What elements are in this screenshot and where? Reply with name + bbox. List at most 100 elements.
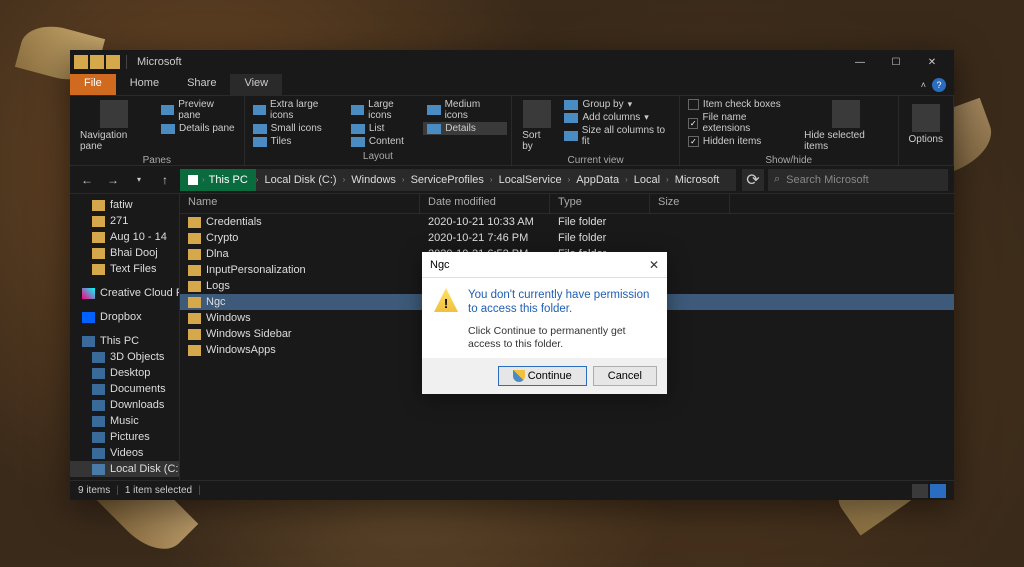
- file-row[interactable]: Crypto2020-10-21 7:46 PMFile folder: [180, 230, 954, 246]
- ribbon: Navigation pane Preview pane Details pan…: [70, 96, 954, 166]
- size-columns-button[interactable]: Size all columns to fit: [560, 124, 674, 148]
- status-selected-count: 1 item selected: [125, 485, 192, 496]
- warning-icon: !: [434, 288, 458, 312]
- dialog-titlebar[interactable]: Ngc ✕: [422, 252, 667, 278]
- minimize-ribbon-icon[interactable]: ˄: [921, 80, 926, 90]
- back-button[interactable]: ←: [76, 169, 98, 191]
- cancel-button[interactable]: Cancel: [593, 366, 657, 386]
- layout-xl-icons[interactable]: Extra large icons: [249, 98, 345, 122]
- sidebar-item[interactable]: Videos: [70, 445, 179, 461]
- forward-button[interactable]: →: [102, 169, 124, 191]
- navigation-sidebar: fatiw 271 Aug 10 - 14 Bhai Dooj Text Fil…: [70, 194, 180, 480]
- sidebar-creative-cloud[interactable]: Creative Cloud Fil: [70, 285, 179, 301]
- hidden-items-toggle[interactable]: Hidden items: [684, 135, 796, 148]
- search-input[interactable]: ⌕ Search Microsoft: [768, 169, 948, 191]
- maximize-button[interactable]: ☐: [878, 50, 914, 74]
- options-button[interactable]: Options: [903, 98, 949, 150]
- qat-icon[interactable]: [106, 55, 120, 69]
- column-header-name[interactable]: Name: [180, 194, 420, 213]
- hide-selected-button[interactable]: Hide selected items: [798, 98, 893, 154]
- folder-icon: [188, 249, 201, 260]
- layout-lg-icons[interactable]: Large icons: [347, 98, 421, 122]
- column-header-size[interactable]: Size: [650, 194, 730, 213]
- item-checkboxes-toggle[interactable]: Item check boxes: [684, 98, 796, 111]
- sidebar-item[interactable]: Bhai Dooj: [70, 245, 179, 261]
- status-bar: 9 items | 1 item selected |: [70, 480, 954, 500]
- tab-view[interactable]: View: [230, 74, 282, 95]
- folder-icon: [74, 55, 88, 69]
- details-pane-button[interactable]: Details pane: [157, 122, 240, 135]
- layout-tiles[interactable]: Tiles: [249, 135, 345, 148]
- folder-icon: [188, 313, 201, 324]
- navigation-pane-button[interactable]: Navigation pane: [74, 98, 155, 154]
- folder-icon: [188, 265, 201, 276]
- folder-icon: [188, 345, 201, 356]
- layout-md-icons[interactable]: Medium icons: [423, 98, 507, 122]
- sidebar-item-local-disk[interactable]: Local Disk (C:): [70, 461, 179, 477]
- sort-by-button[interactable]: Sort by: [516, 98, 558, 154]
- layout-content[interactable]: Content: [347, 135, 421, 148]
- view-mode-thumbs-icon[interactable]: [930, 484, 946, 498]
- breadcrumb-item[interactable]: LocalService: [493, 174, 568, 186]
- sort-icon: [523, 100, 551, 128]
- breadcrumb-item[interactable]: AppData: [570, 174, 625, 186]
- column-header-date[interactable]: Date modified: [420, 194, 550, 213]
- continue-button[interactable]: Continue: [498, 366, 587, 386]
- sidebar-item[interactable]: Pictures: [70, 429, 179, 445]
- sidebar-item[interactable]: Downloads: [70, 397, 179, 413]
- file-extensions-toggle[interactable]: File name extensions: [684, 111, 796, 135]
- sidebar-item[interactable]: Text Files: [70, 261, 179, 277]
- qat-icon[interactable]: [90, 55, 104, 69]
- ribbon-tabs: File Home Share View ˄ ?: [70, 74, 954, 96]
- breadcrumb-item[interactable]: Windows: [345, 174, 402, 186]
- titlebar[interactable]: Microsoft — ☐ ✕: [70, 50, 954, 74]
- preview-pane-button[interactable]: Preview pane: [157, 98, 240, 122]
- navigation-pane-icon: [100, 100, 128, 128]
- view-mode-details-icon[interactable]: [912, 484, 928, 498]
- folder-icon: [188, 217, 201, 228]
- hide-icon: [832, 100, 860, 128]
- sidebar-item[interactable]: 3D Objects: [70, 349, 179, 365]
- folder-icon: [188, 281, 201, 292]
- options-icon: [912, 104, 940, 132]
- tab-file[interactable]: File: [70, 74, 116, 95]
- tab-home[interactable]: Home: [116, 74, 173, 95]
- dialog-close-button[interactable]: ✕: [649, 258, 659, 272]
- minimize-button[interactable]: —: [842, 50, 878, 74]
- search-icon: ⌕: [774, 173, 780, 186]
- help-icon[interactable]: ?: [932, 78, 946, 92]
- up-button[interactable]: ↑: [154, 169, 176, 191]
- sidebar-item[interactable]: 271: [70, 213, 179, 229]
- folder-icon: [188, 233, 201, 244]
- sidebar-item[interactable]: Desktop: [70, 365, 179, 381]
- breadcrumb-item[interactable]: Local Disk (C:): [258, 174, 342, 186]
- sidebar-dropbox[interactable]: Dropbox: [70, 309, 179, 325]
- layout-details[interactable]: Details: [423, 122, 507, 135]
- folder-icon: [188, 329, 201, 340]
- sidebar-item[interactable]: fatiw: [70, 197, 179, 213]
- group-label: Layout: [249, 150, 508, 163]
- refresh-button[interactable]: ⟳: [742, 169, 764, 191]
- layout-list[interactable]: List: [347, 122, 421, 135]
- sidebar-item[interactable]: Music: [70, 413, 179, 429]
- tab-share[interactable]: Share: [173, 74, 230, 95]
- sidebar-item[interactable]: Documents: [70, 381, 179, 397]
- breadcrumb-item[interactable]: Local: [628, 174, 666, 186]
- file-row[interactable]: Credentials2020-10-21 10:33 AMFile folde…: [180, 214, 954, 230]
- pc-icon: [188, 175, 198, 185]
- dialog-message: Click Continue to permanently get access…: [468, 325, 655, 352]
- sidebar-this-pc[interactable]: This PC: [70, 333, 179, 349]
- close-button[interactable]: ✕: [914, 50, 950, 74]
- shield-icon: [513, 370, 525, 382]
- add-columns-button[interactable]: Add columns▾: [560, 111, 674, 124]
- group-by-button[interactable]: Group by▾: [560, 98, 674, 111]
- breadcrumb-item[interactable]: ServiceProfiles: [405, 174, 490, 186]
- column-header-type[interactable]: Type: [550, 194, 650, 213]
- breadcrumb[interactable]: ›This PC ›Local Disk (C:) ›Windows ›Serv…: [180, 169, 736, 191]
- breadcrumb-item[interactable]: Microsoft: [669, 174, 726, 186]
- recent-button[interactable]: ▾: [128, 169, 150, 191]
- dialog-heading: You don't currently have permission to a…: [468, 288, 655, 317]
- sidebar-item[interactable]: Aug 10 - 14: [70, 229, 179, 245]
- layout-sm-icons[interactable]: Small icons: [249, 122, 345, 135]
- address-bar: ← → ▾ ↑ ›This PC ›Local Disk (C:) ›Windo…: [70, 166, 954, 194]
